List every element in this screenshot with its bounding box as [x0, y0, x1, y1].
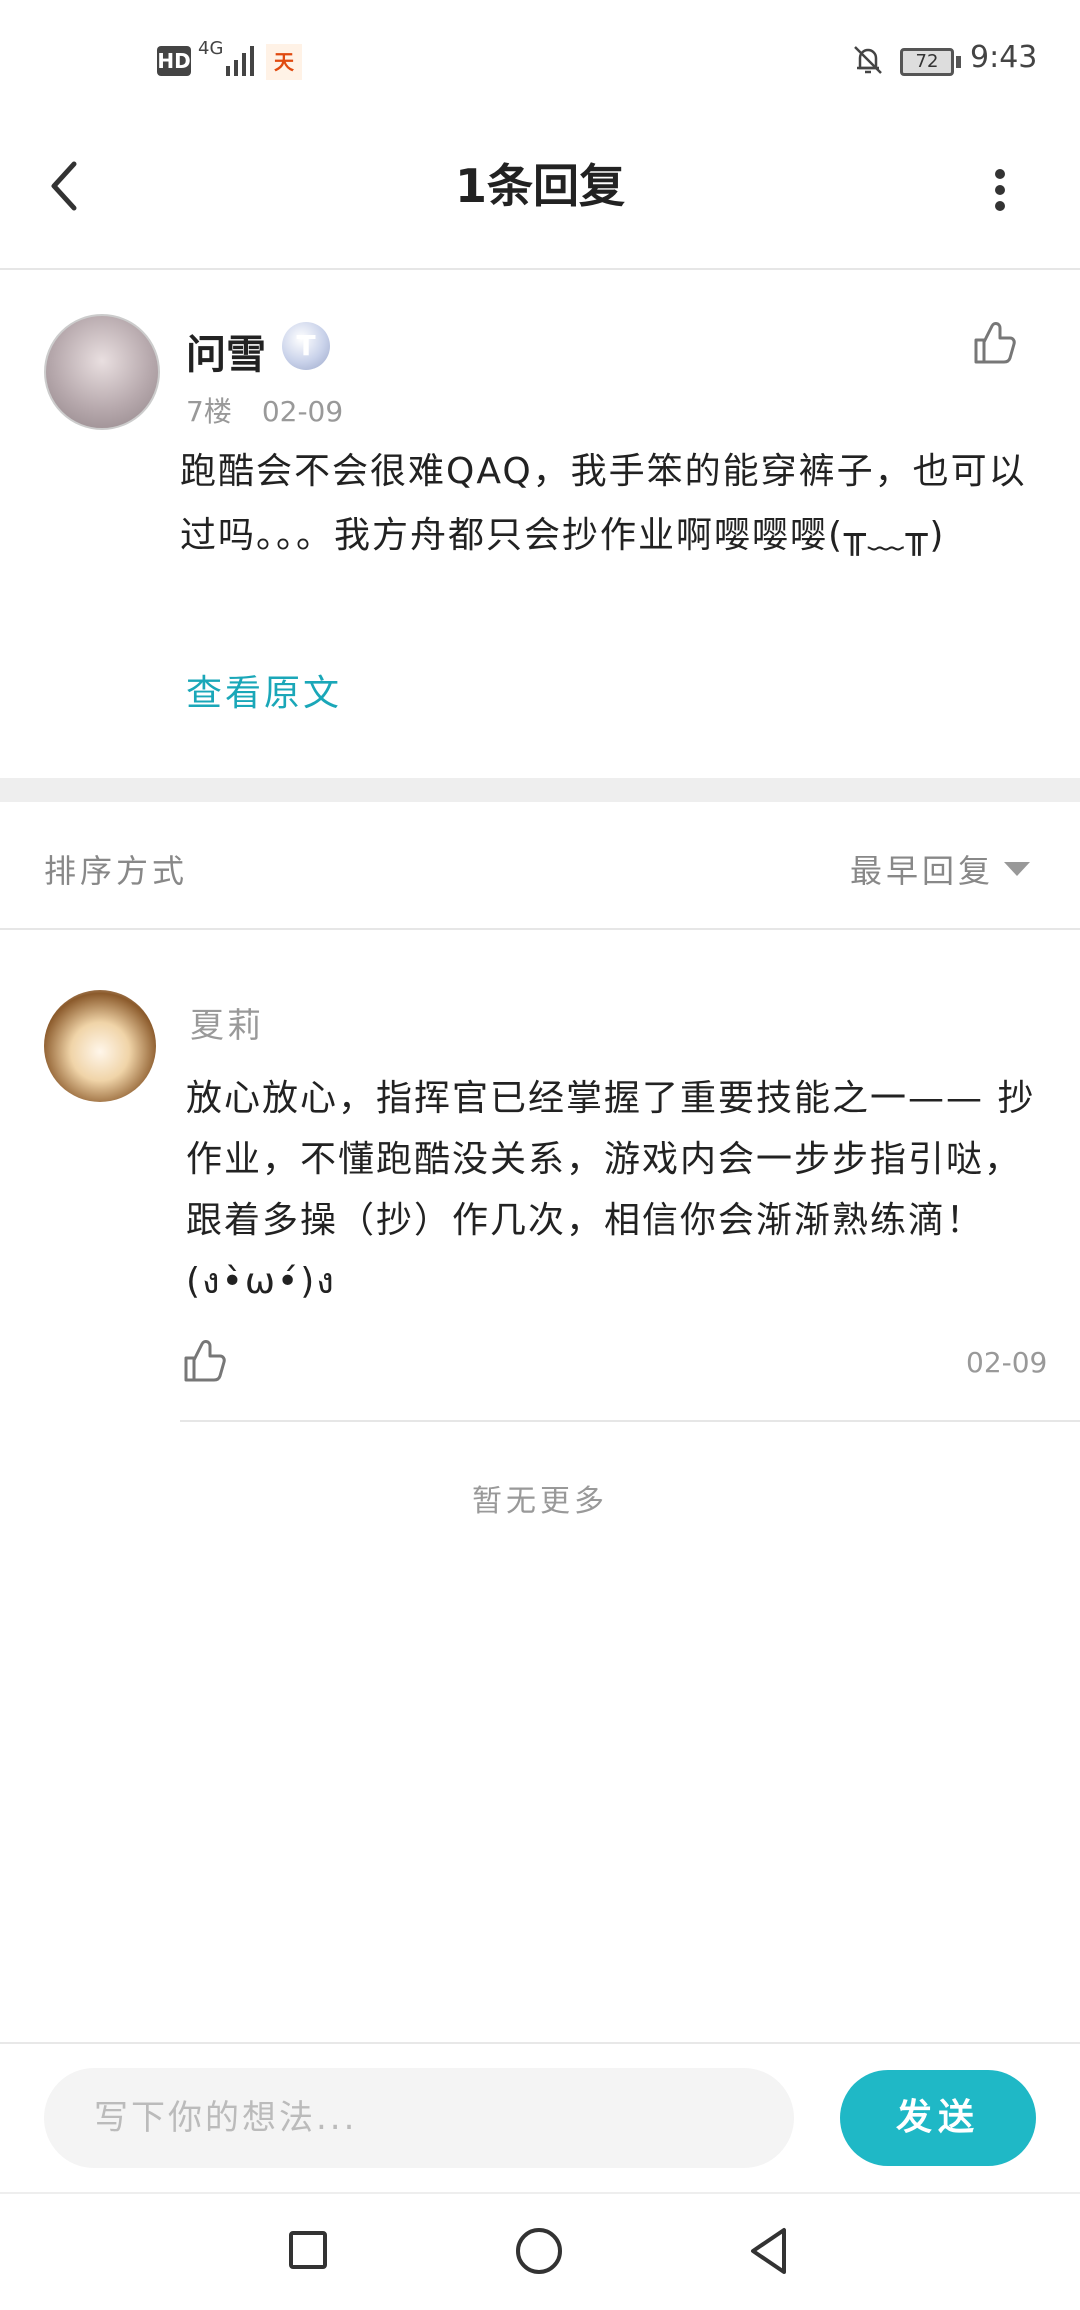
more-options-icon[interactable]	[980, 160, 1020, 220]
view-original-link[interactable]: 查看原文	[186, 664, 342, 716]
post-avatar[interactable]	[44, 314, 160, 430]
reply-content: 放心放心，指挥官已经掌握了重要技能之一—— 抄作业，不懂跑酷没关系，游戏内会一步…	[186, 1078, 1036, 1302]
no-more-text: 暂无更多	[472, 1484, 608, 1519]
bell-muted-icon	[854, 46, 882, 74]
back-triangle-icon[interactable]	[748, 2226, 790, 2276]
thumbs-up-icon[interactable]	[970, 318, 1020, 368]
home-icon[interactable]	[514, 2226, 564, 2276]
post-meta: 7楼 02-09	[186, 390, 373, 430]
carrier-icon: 天	[266, 44, 302, 80]
chevron-down-icon[interactable]	[1004, 862, 1030, 876]
post-username[interactable]: 问雪	[186, 322, 266, 380]
sort-dropdown[interactable]: 最早回复	[850, 846, 994, 892]
post-floor: 7楼	[186, 395, 232, 428]
reply-date: 02-09	[966, 1346, 1048, 1379]
network-type: 4G	[198, 38, 224, 59]
comment-input[interactable]	[44, 2068, 794, 2168]
send-button[interactable]: 发送	[840, 2070, 1036, 2166]
header-divider	[0, 268, 1080, 270]
thumbs-up-icon[interactable]	[180, 1336, 230, 1386]
level-badge: T	[282, 322, 330, 370]
status-bar: HD 4G 天 72 9:43	[0, 0, 1080, 120]
post-content: 跑酷会不会很难QAQ，我手笨的能穿裤子，也可以过吗。。。我方舟都只会抄作业啊嘤嘤…	[180, 451, 1027, 556]
navbar-divider	[0, 2192, 1080, 2194]
reply-username[interactable]: 夏莉	[190, 998, 264, 1047]
reply-divider	[180, 1420, 1080, 1422]
section-separator	[0, 778, 1080, 802]
sort-label: 排序方式	[44, 852, 189, 890]
battery-icon: 72	[900, 48, 954, 76]
post-date: 02-09	[261, 395, 344, 428]
input-bar-divider	[0, 2042, 1080, 2044]
reply-avatar[interactable]	[44, 990, 156, 1102]
hd-icon: HD	[157, 46, 191, 76]
battery-tip	[956, 56, 961, 68]
signal-icon	[226, 46, 254, 76]
recents-icon[interactable]	[288, 2230, 328, 2270]
clock: 9:43	[970, 40, 1038, 75]
page-title: 1条回复	[454, 159, 625, 213]
sort-divider	[0, 928, 1080, 930]
